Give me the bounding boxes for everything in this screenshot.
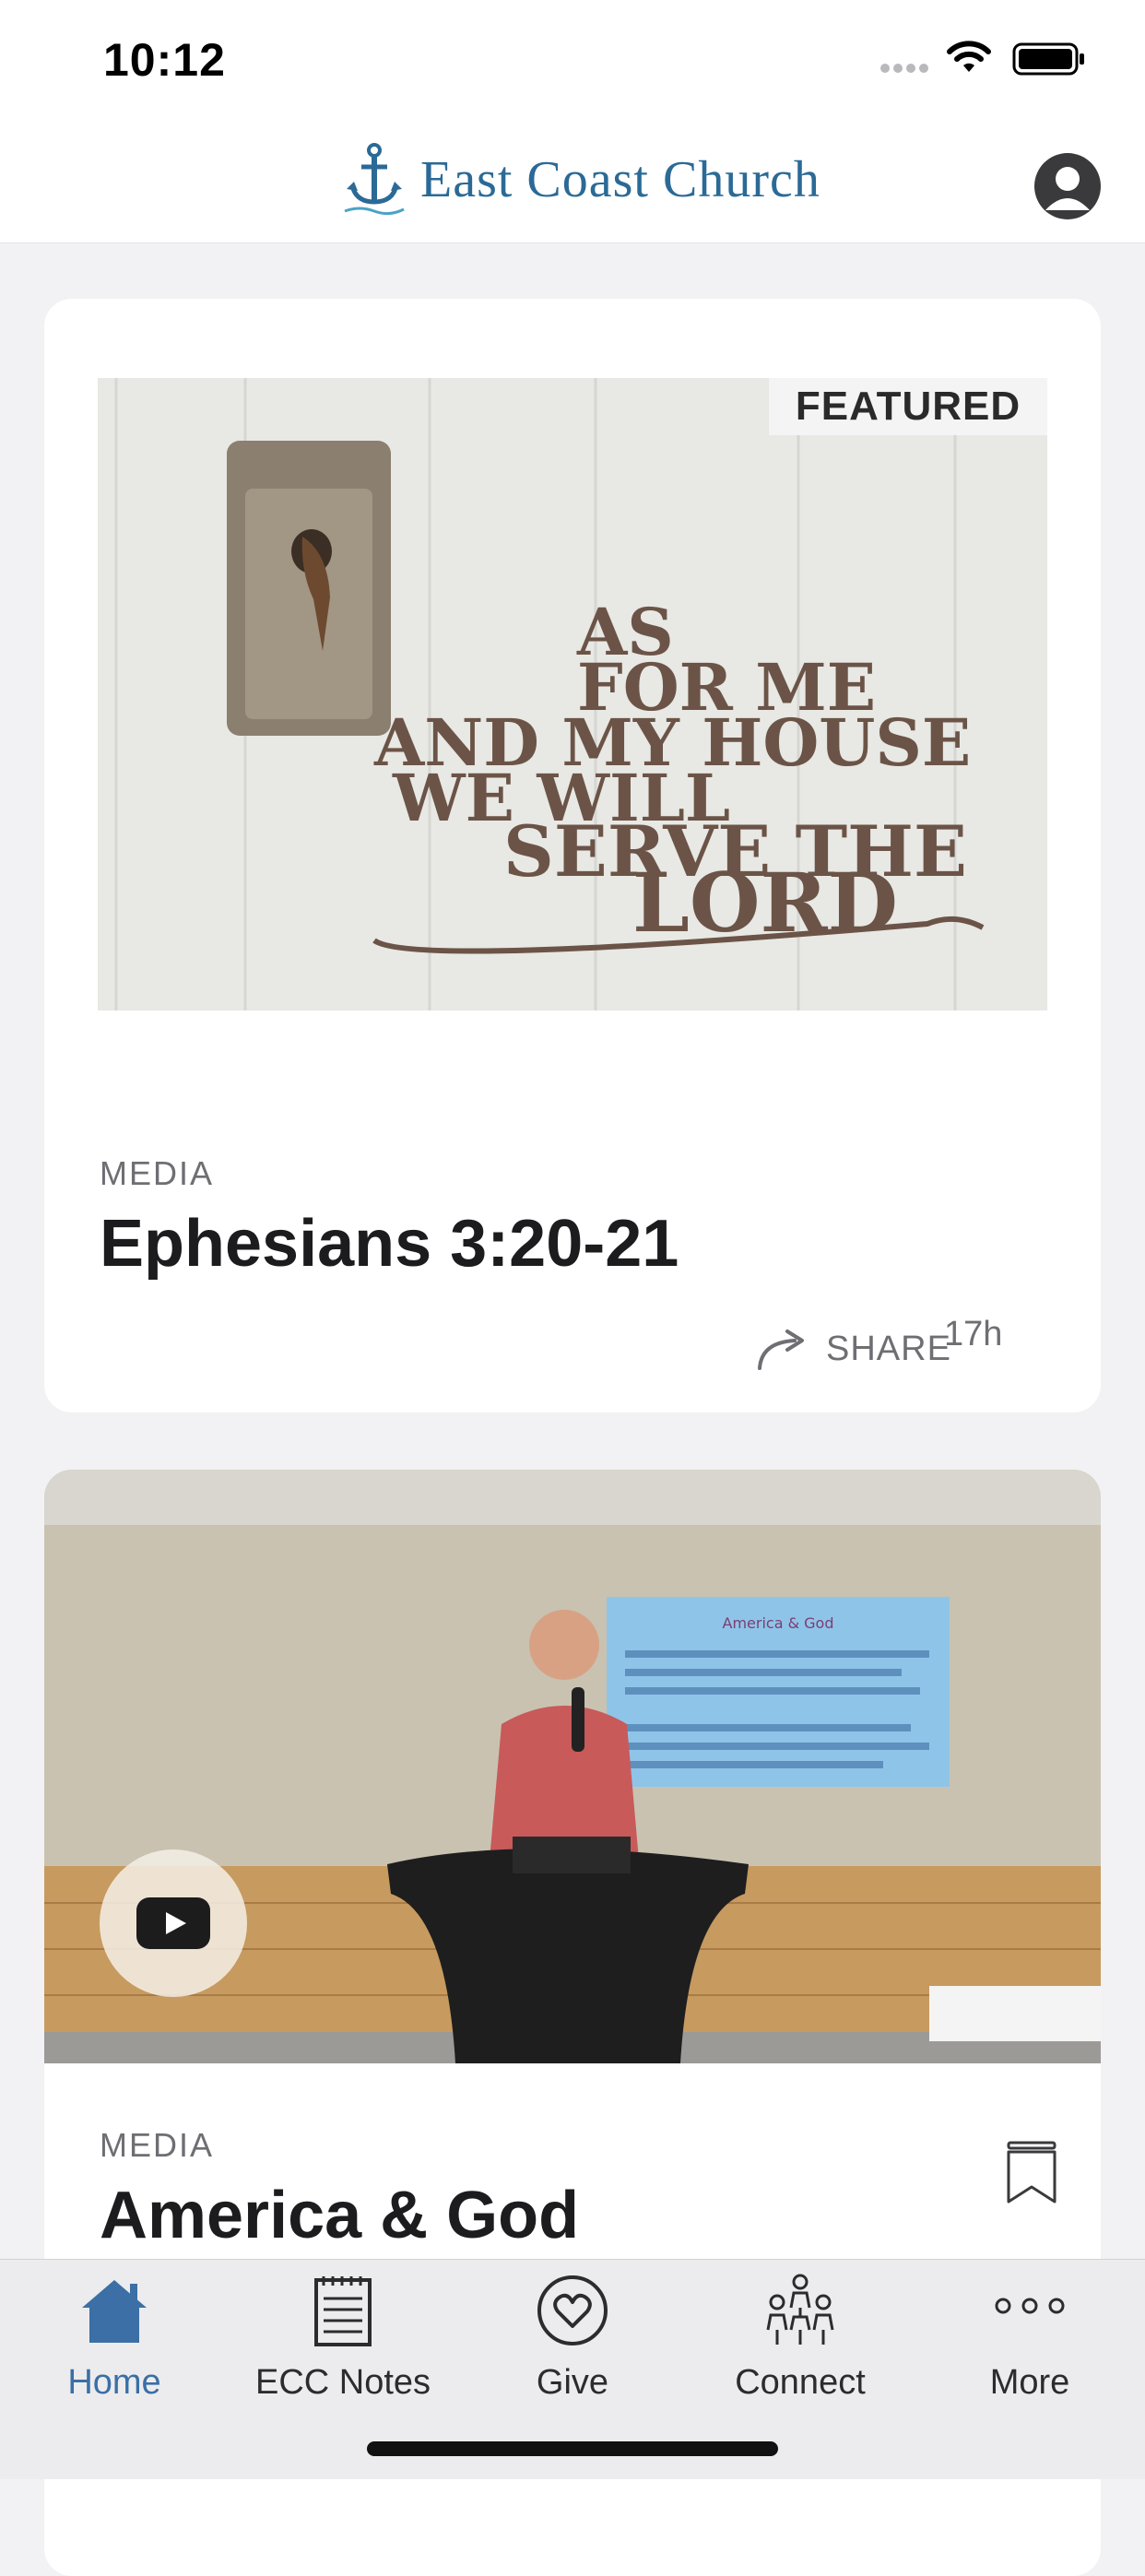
bookmark-icon[interactable] [1003, 2139, 1060, 2205]
youtube-play-icon [136, 1897, 210, 1949]
tab-label: Home [67, 2363, 161, 2402]
featured-card-image: AS FOR ME AND MY HOUSE WE WILL SERVE THE… [98, 378, 1047, 1010]
brand-name: East Coast Church [420, 151, 820, 208]
media-card-image: America & God [44, 1470, 1101, 2063]
card-title: Ephesians 3:20-21 [100, 1207, 679, 1281]
anchor-icon [344, 143, 405, 216]
app-header: East Coast Church [0, 120, 1145, 243]
status-bar: 10:12 [0, 0, 1145, 120]
more-dots-icon [995, 2298, 1065, 2314]
share-button[interactable]: SHARE [756, 1317, 951, 1381]
profile-button[interactable] [1034, 153, 1101, 219]
card-category: MEDIA [100, 2126, 215, 2164]
status-time: 10:12 [103, 34, 226, 86]
share-arrow-icon [758, 1329, 804, 1370]
tab-ecc-notes[interactable]: ECC Notes [251, 2271, 435, 2409]
card-title: America & God [100, 2179, 580, 2252]
signal-icon [880, 61, 932, 77]
house-icon [82, 2280, 147, 2343]
tab-connect[interactable]: Connect [708, 2271, 892, 2409]
battery-icon [1012, 42, 1084, 76]
wifi-icon [947, 41, 991, 72]
sign-photo: AS FOR ME AND MY HOUSE WE WILL SERVE THE… [98, 378, 1047, 1010]
heart-icon [537, 2275, 608, 2346]
slide-title: America & God [723, 1614, 834, 1632]
time-ago: 17h [944, 1315, 1003, 1353]
profile-icon [1045, 167, 1090, 210]
tab-label: More [989, 2363, 1070, 2402]
tab-more[interactable]: More [938, 2271, 1122, 2409]
home-indicator [367, 2441, 778, 2456]
tab-home[interactable]: Home [22, 2271, 207, 2409]
tab-label: Connect [735, 2363, 866, 2402]
notepad-icon [314, 2276, 372, 2346]
card-category: MEDIA [100, 1154, 215, 1192]
play-video-button[interactable] [100, 1849, 247, 1997]
tab-label: Give [536, 2363, 609, 2402]
brand-logo: East Coast Church [341, 140, 820, 219]
share-label: SHARE [826, 1329, 951, 1368]
tab-label: ECC Notes [254, 2363, 431, 2402]
featured-card[interactable]: AS FOR ME AND MY HOUSE WE WILL SERVE THE… [44, 299, 1101, 1412]
featured-badge: FEATURED [769, 378, 1047, 435]
tab-give[interactable]: Give [480, 2271, 665, 2409]
people-icon [766, 2274, 834, 2345]
